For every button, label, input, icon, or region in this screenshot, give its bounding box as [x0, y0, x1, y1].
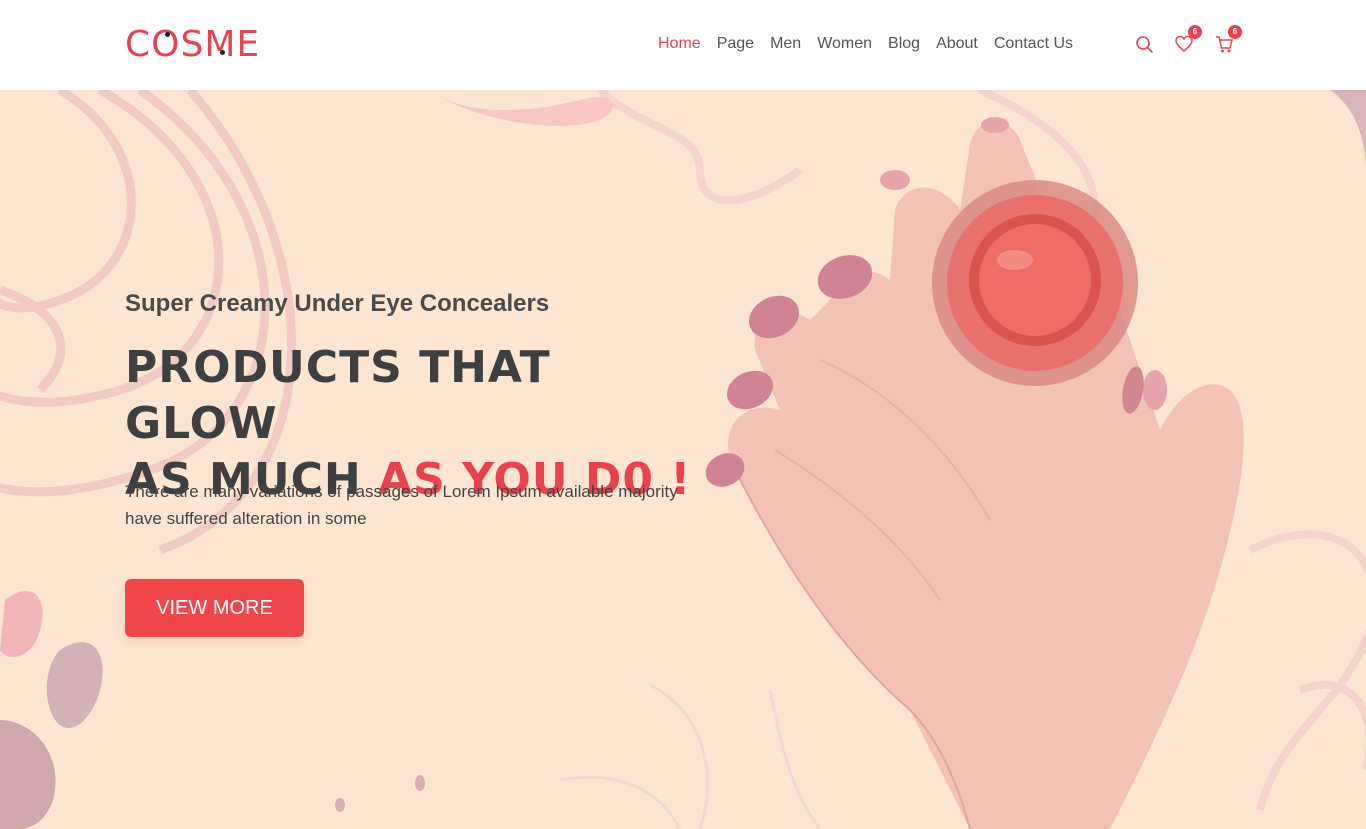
view-more-button[interactable]: VIEW MORE — [125, 579, 304, 637]
nav-home[interactable]: Home — [658, 34, 701, 54]
brand-name: COSME — [125, 24, 261, 65]
hero-subtitle: Super Creamy Under Eye Concealers — [125, 290, 550, 317]
nav-page[interactable]: Page — [717, 34, 754, 54]
cart-button[interactable]: 6 — [1214, 25, 1242, 57]
header-icons: 6 6 — [1134, 25, 1242, 57]
hero-description: There are many variations of passages of… — [125, 482, 678, 528]
cart-count-badge: 6 — [1228, 25, 1242, 39]
nav-contact-us[interactable]: Contact Us — [994, 34, 1073, 54]
main-nav: Home Page Men Women Blog About Contact U… — [658, 34, 1089, 54]
headline-line-1: PRODUCTS THAT GLOW — [125, 342, 551, 449]
hand-holding-product-image — [705, 117, 1244, 829]
wishlist-count-badge: 6 — [1188, 25, 1202, 39]
nav-women[interactable]: Women — [817, 34, 872, 54]
wishlist-button[interactable]: 6 — [1174, 25, 1202, 57]
search-button[interactable] — [1134, 31, 1154, 57]
nav-men[interactable]: Men — [770, 34, 801, 54]
nav-blog[interactable]: Blog — [888, 34, 920, 54]
nav-about[interactable]: About — [936, 34, 978, 54]
brand-logo[interactable]: COSME — [125, 25, 260, 65]
search-icon — [1136, 36, 1153, 53]
logo-dot — [220, 50, 225, 55]
site-header: COSME Home Page Men Women Blog About Con… — [0, 0, 1366, 90]
hero-section: Super Creamy Under Eye Concealers PRODUC… — [0, 90, 1366, 829]
logo-dot — [165, 32, 170, 37]
